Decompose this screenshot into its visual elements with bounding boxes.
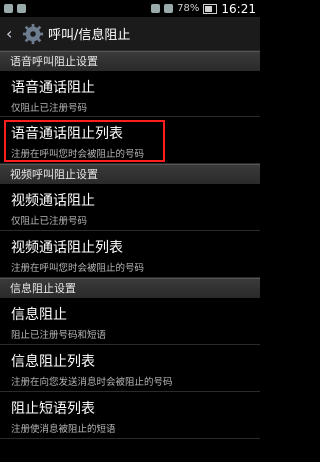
voice-call-block[interactable]: 语音通话阻止 仅阻止已注册号码 — [0, 71, 260, 117]
battery-icon — [203, 3, 218, 14]
item-title: 语音通话阻止 — [11, 80, 95, 96]
signal-icon — [164, 4, 174, 13]
item-subtitle: 注册在向您发送消息时会被阻止的号码 — [11, 377, 173, 388]
item-subtitle: 仅阻止已注册号码 — [11, 103, 88, 114]
item-subtitle: 注册在呼叫您时会被阻止的号码 — [11, 149, 145, 160]
voice-call-block-list[interactable]: 语音通话阻止列表 注册在呼叫您时会被阻止的号码 — [0, 117, 260, 164]
action-bar: ‹ 呼叫/信息阻止 — [0, 17, 260, 51]
battery-percent: 78% — [177, 3, 200, 14]
usb-icon — [17, 4, 26, 13]
video-call-block[interactable]: 视频通话阻止 仅阻止已注册号码 — [0, 184, 260, 231]
item-title: 信息阻止列表 — [11, 354, 95, 370]
page-title: 呼叫/信息阻止 — [48, 28, 131, 43]
item-title: 语音通话阻止列表 — [11, 126, 123, 142]
item-title: 视频通话阻止列表 — [11, 240, 123, 256]
item-subtitle: 阻止已注册号码和短语 — [11, 330, 107, 341]
message-block-list[interactable]: 信息阻止列表 注册在向您发送消息时会被阻止的号码 — [0, 345, 260, 392]
item-subtitle: 注册在呼叫您时会被阻止的号码 — [11, 263, 145, 274]
item-subtitle: 注册使消息被阻止的短语 — [11, 424, 116, 435]
wifi-icon — [151, 4, 161, 13]
status-bar: 78% 16:21 — [0, 0, 260, 17]
blocked-phrase-list[interactable]: 阻止短语列表 注册使消息被阻止的短语 — [0, 392, 260, 439]
item-title: 阻止短语列表 — [11, 401, 95, 417]
message-block[interactable]: 信息阻止 阻止已注册号码和短语 — [0, 298, 260, 345]
clock: 16:21 — [221, 1, 256, 16]
settings-gear-icon — [22, 23, 44, 44]
item-subtitle: 仅阻止已注册号码 — [11, 216, 88, 227]
section-header-voice: 语音呼叫阻止设置 — [0, 51, 260, 71]
item-title: 视频通话阻止 — [11, 193, 95, 209]
back-icon[interactable]: ‹ — [6, 24, 18, 43]
notification-icon — [4, 4, 13, 13]
video-call-block-list[interactable]: 视频通话阻止列表 注册在呼叫您时会被阻止的号码 — [0, 231, 260, 278]
section-header-message: 信息阻止设置 — [0, 278, 260, 298]
section-header-video: 视频呼叫阻止设置 — [0, 164, 260, 184]
item-title: 信息阻止 — [11, 307, 67, 323]
